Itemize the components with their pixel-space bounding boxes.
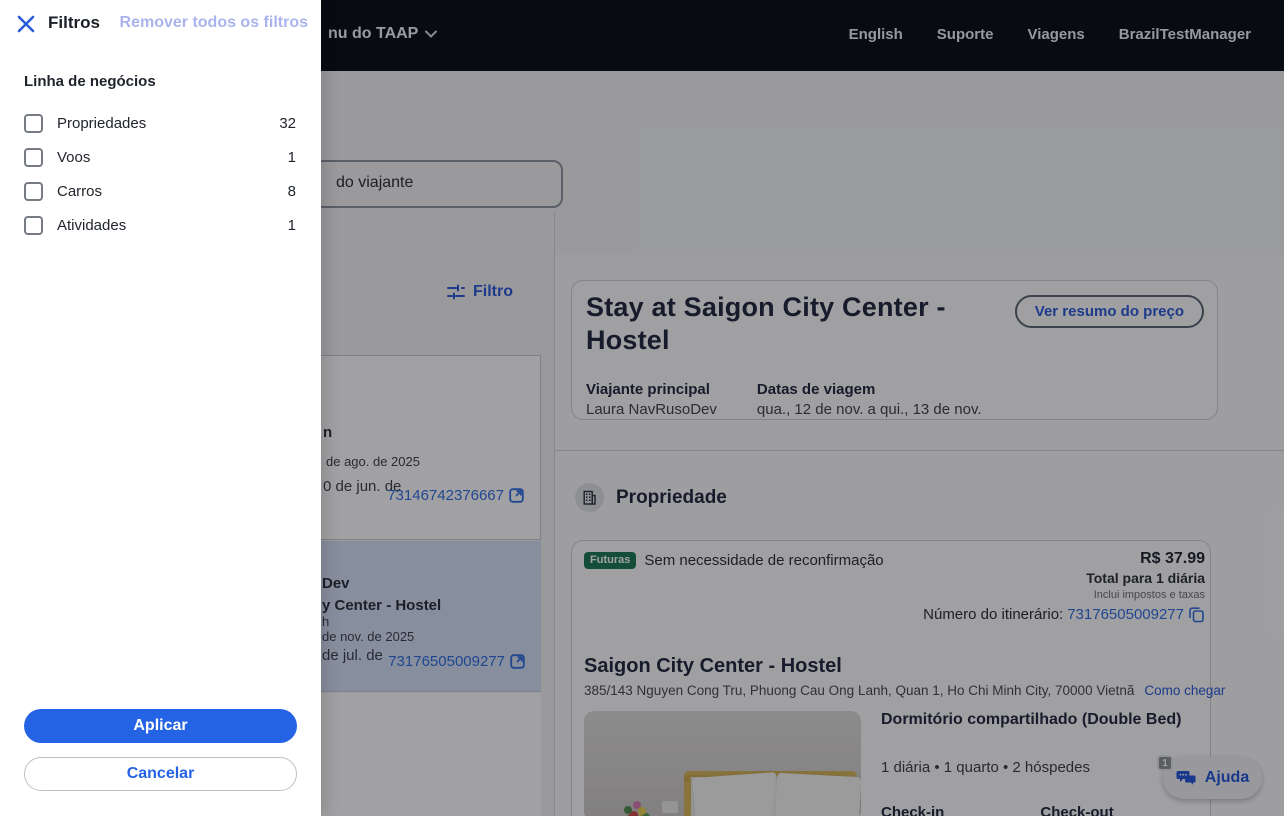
filter-option-atividades[interactable]: Atividades 1 — [24, 208, 296, 242]
business-line-section-title: Linha de negócios — [24, 73, 156, 90]
filter-option-label: Carros — [57, 182, 103, 200]
checkbox[interactable] — [24, 215, 43, 235]
checkbox[interactable] — [24, 147, 43, 167]
filter-option-count: 32 — [279, 114, 296, 132]
app-window: nu do TAAP English Suporte Viagens Brazi… — [0, 0, 1284, 816]
filter-option-count: 1 — [287, 216, 296, 234]
filter-options-list: Propriedades 32 Voos 1 Carros 8 Atividad… — [24, 106, 296, 242]
filter-option-carros[interactable]: Carros 8 — [24, 174, 296, 208]
filter-option-label: Atividades — [57, 216, 127, 234]
close-icon[interactable] — [16, 14, 36, 34]
filter-option-label: Propriedades — [57, 114, 147, 132]
filter-option-label: Voos — [57, 148, 91, 166]
clear-all-filters-link[interactable]: Remover todos os filtros — [120, 14, 308, 32]
filter-option-voos[interactable]: Voos 1 — [24, 140, 296, 174]
cancel-button[interactable]: Cancelar — [24, 757, 297, 791]
filters-title: Filtros — [48, 13, 100, 32]
filters-panel: Filtros Remover todos os filtros Linha d… — [0, 0, 321, 816]
filter-option-count: 8 — [287, 182, 296, 200]
checkbox[interactable] — [24, 181, 43, 201]
filter-option-count: 1 — [287, 148, 296, 166]
filter-option-propriedades[interactable]: Propriedades 32 — [24, 106, 296, 140]
apply-button[interactable]: Aplicar — [24, 709, 297, 743]
checkbox[interactable] — [24, 113, 43, 133]
